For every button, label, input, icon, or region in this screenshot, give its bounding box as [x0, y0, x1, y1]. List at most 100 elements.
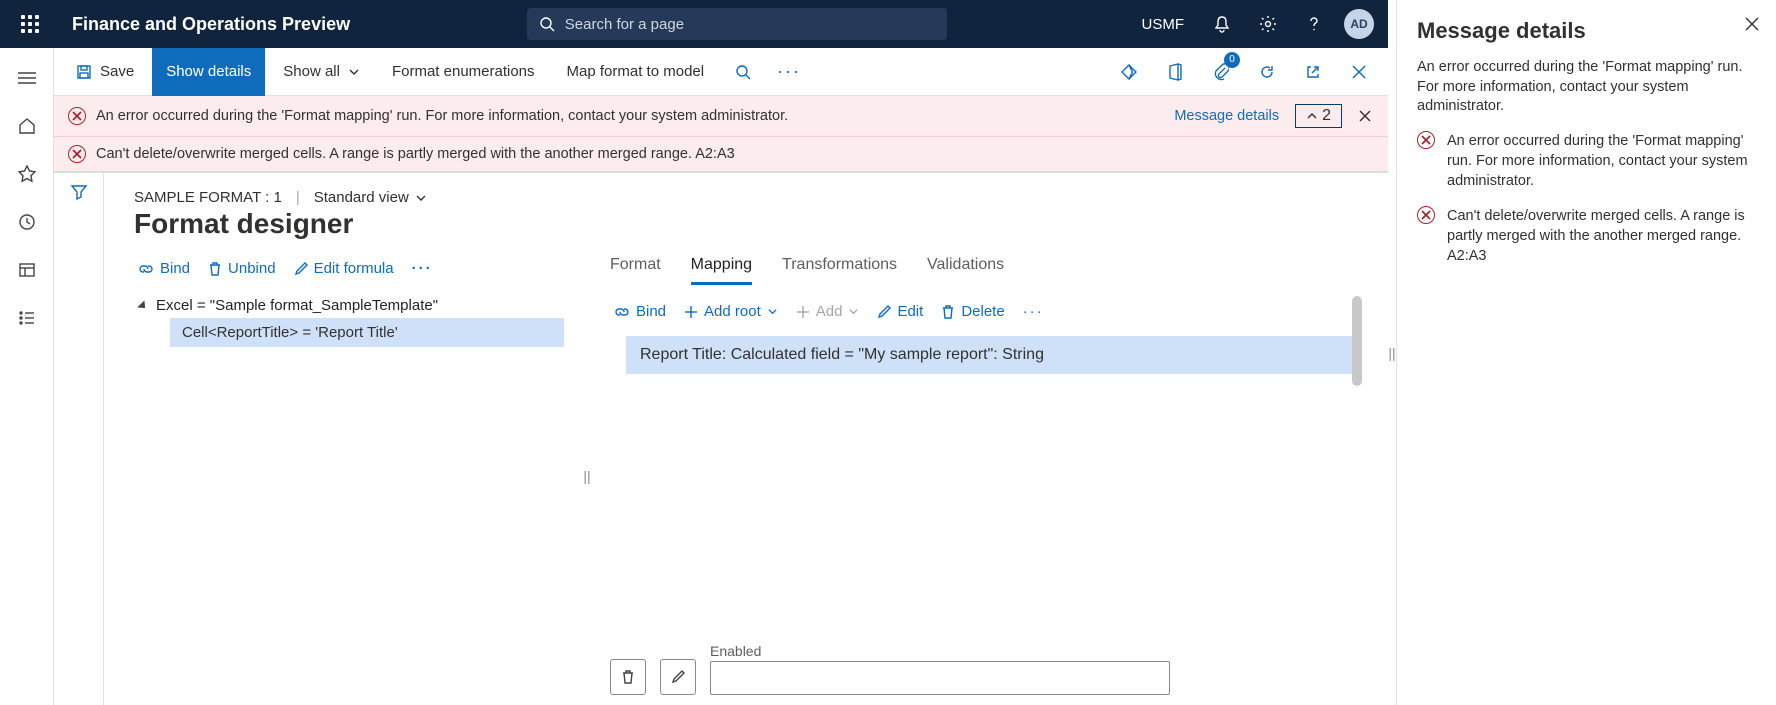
- refresh-button[interactable]: [1246, 48, 1288, 96]
- settings-button[interactable]: [1246, 0, 1290, 48]
- rail-hamburger[interactable]: [5, 56, 49, 100]
- chevron-up-icon: [1306, 111, 1318, 121]
- format-enum-label: Format enumerations: [392, 63, 535, 80]
- office-icon: [1167, 63, 1183, 81]
- search-placeholder: Search for a page: [565, 16, 684, 33]
- details-description: An error occurred during the 'Format map…: [1417, 58, 1758, 117]
- expand-icon: [137, 300, 148, 311]
- delete-button[interactable]: Delete: [941, 303, 1004, 320]
- help-icon: [1305, 15, 1323, 33]
- plus-icon: [796, 305, 810, 319]
- show-all-button[interactable]: Show all: [269, 48, 374, 96]
- view-label: Standard view: [314, 189, 409, 206]
- error-icon: [68, 145, 86, 163]
- app-launcher-button[interactable]: [0, 0, 60, 48]
- delete-label: Delete: [961, 303, 1004, 320]
- popout-icon: [1305, 64, 1321, 80]
- refresh-icon: [1259, 64, 1275, 80]
- gear-icon: [1259, 15, 1277, 33]
- company-picker[interactable]: USMF: [1128, 16, 1199, 33]
- breadcrumb-separator: |: [296, 189, 300, 206]
- tab-transformations[interactable]: Transformations: [782, 256, 897, 285]
- left-rail: [0, 48, 54, 705]
- command-bar: Save Show details Show all Format enumer…: [54, 48, 1388, 96]
- map-format-button[interactable]: Map format to model: [553, 48, 719, 96]
- chevron-down-icon: [848, 306, 859, 317]
- tree-root-node[interactable]: Excel = "Sample format_SampleTemplate": [134, 293, 564, 318]
- delete-formula-button[interactable]: [610, 659, 646, 695]
- more-left-toolbar[interactable]: ···: [412, 260, 433, 277]
- format-tree-panel: Bind Unbind Edit formula ··· Excel = "Sa…: [134, 256, 564, 695]
- details-splitter[interactable]: ||: [1388, 0, 1396, 705]
- trash-icon: [208, 261, 222, 277]
- mapping-bind-button[interactable]: Bind: [614, 303, 666, 320]
- panel-splitter[interactable]: ||: [584, 256, 590, 695]
- notifications-button[interactable]: [1200, 0, 1244, 48]
- close-details-button[interactable]: [1742, 14, 1762, 34]
- rail-favorites[interactable]: [5, 152, 49, 196]
- attachments-button[interactable]: 0: [1200, 48, 1242, 96]
- waffle-icon: [21, 15, 39, 33]
- error-message-2: Can't delete/overwrite merged cells. A r…: [96, 146, 735, 162]
- tab-validations[interactable]: Validations: [927, 256, 1004, 285]
- options-button[interactable]: [1108, 48, 1150, 96]
- page-title: Format designer: [134, 208, 1362, 240]
- edit-label: Edit: [897, 303, 923, 320]
- rail-recent[interactable]: [5, 200, 49, 244]
- details-title: Message details: [1417, 18, 1758, 44]
- map-format-label: Map format to model: [567, 63, 705, 80]
- add-root-label: Add root: [704, 303, 761, 320]
- error-icon: [1417, 131, 1435, 149]
- view-selector[interactable]: Standard view: [314, 189, 427, 206]
- find-button[interactable]: [722, 48, 764, 96]
- format-enumerations-button[interactable]: Format enumerations: [378, 48, 549, 96]
- message-count-toggle[interactable]: 2: [1295, 104, 1342, 128]
- office-button[interactable]: [1154, 48, 1196, 96]
- user-avatar[interactable]: AD: [1344, 9, 1374, 39]
- global-search[interactable]: Search for a page: [527, 8, 947, 40]
- edit-formula-button[interactable]: Edit formula: [294, 260, 394, 277]
- close-icon: [1359, 110, 1371, 122]
- star-icon: [18, 165, 36, 183]
- rail-workspaces[interactable]: [5, 248, 49, 292]
- popout-button[interactable]: [1292, 48, 1334, 96]
- tab-format[interactable]: Format: [610, 256, 661, 285]
- add-button: Add: [796, 303, 860, 320]
- unbind-label: Unbind: [228, 260, 276, 277]
- workspace-icon: [18, 261, 36, 279]
- unbind-button[interactable]: Unbind: [208, 260, 276, 277]
- rail-modules[interactable]: [5, 296, 49, 340]
- more-commands[interactable]: ···: [768, 48, 810, 96]
- show-all-label: Show all: [283, 63, 340, 80]
- close-page-button[interactable]: [1338, 48, 1380, 96]
- save-button[interactable]: Save: [62, 48, 148, 96]
- bind-button[interactable]: Bind: [138, 260, 190, 277]
- scrollbar[interactable]: [1352, 296, 1362, 386]
- edit-button[interactable]: Edit: [877, 303, 923, 320]
- tab-mapping[interactable]: Mapping: [691, 256, 752, 285]
- message-details-link[interactable]: Message details: [1174, 108, 1279, 124]
- close-icon: [1352, 65, 1366, 79]
- enabled-input[interactable]: [710, 661, 1170, 695]
- rail-home[interactable]: [5, 104, 49, 148]
- help-button[interactable]: [1292, 0, 1336, 48]
- mapping-item[interactable]: Report Title: Calculated field = "My sam…: [626, 336, 1362, 374]
- chevron-down-icon: [767, 306, 778, 317]
- pencil-icon: [294, 262, 308, 276]
- breadcrumb: SAMPLE FORMAT : 1: [134, 189, 282, 206]
- more-right-toolbar[interactable]: ···: [1023, 303, 1044, 320]
- dismiss-messages[interactable]: [1356, 107, 1374, 125]
- show-details-button[interactable]: Show details: [152, 48, 265, 96]
- app-title: Finance and Operations Preview: [60, 14, 362, 35]
- clock-icon: [18, 213, 36, 231]
- show-details-label: Show details: [166, 63, 251, 80]
- tree-child-node[interactable]: Cell<ReportTitle> = 'Report Title': [170, 318, 564, 347]
- filter-button[interactable]: [70, 183, 88, 705]
- trash-icon: [941, 304, 955, 320]
- plus-icon: [684, 305, 698, 319]
- add-label: Add: [816, 303, 843, 320]
- message-details-pane: Message details An error occurred during…: [1396, 0, 1776, 705]
- add-root-button[interactable]: Add root: [684, 303, 778, 320]
- bell-icon: [1213, 15, 1231, 33]
- edit-formula-square-button[interactable]: [660, 659, 696, 695]
